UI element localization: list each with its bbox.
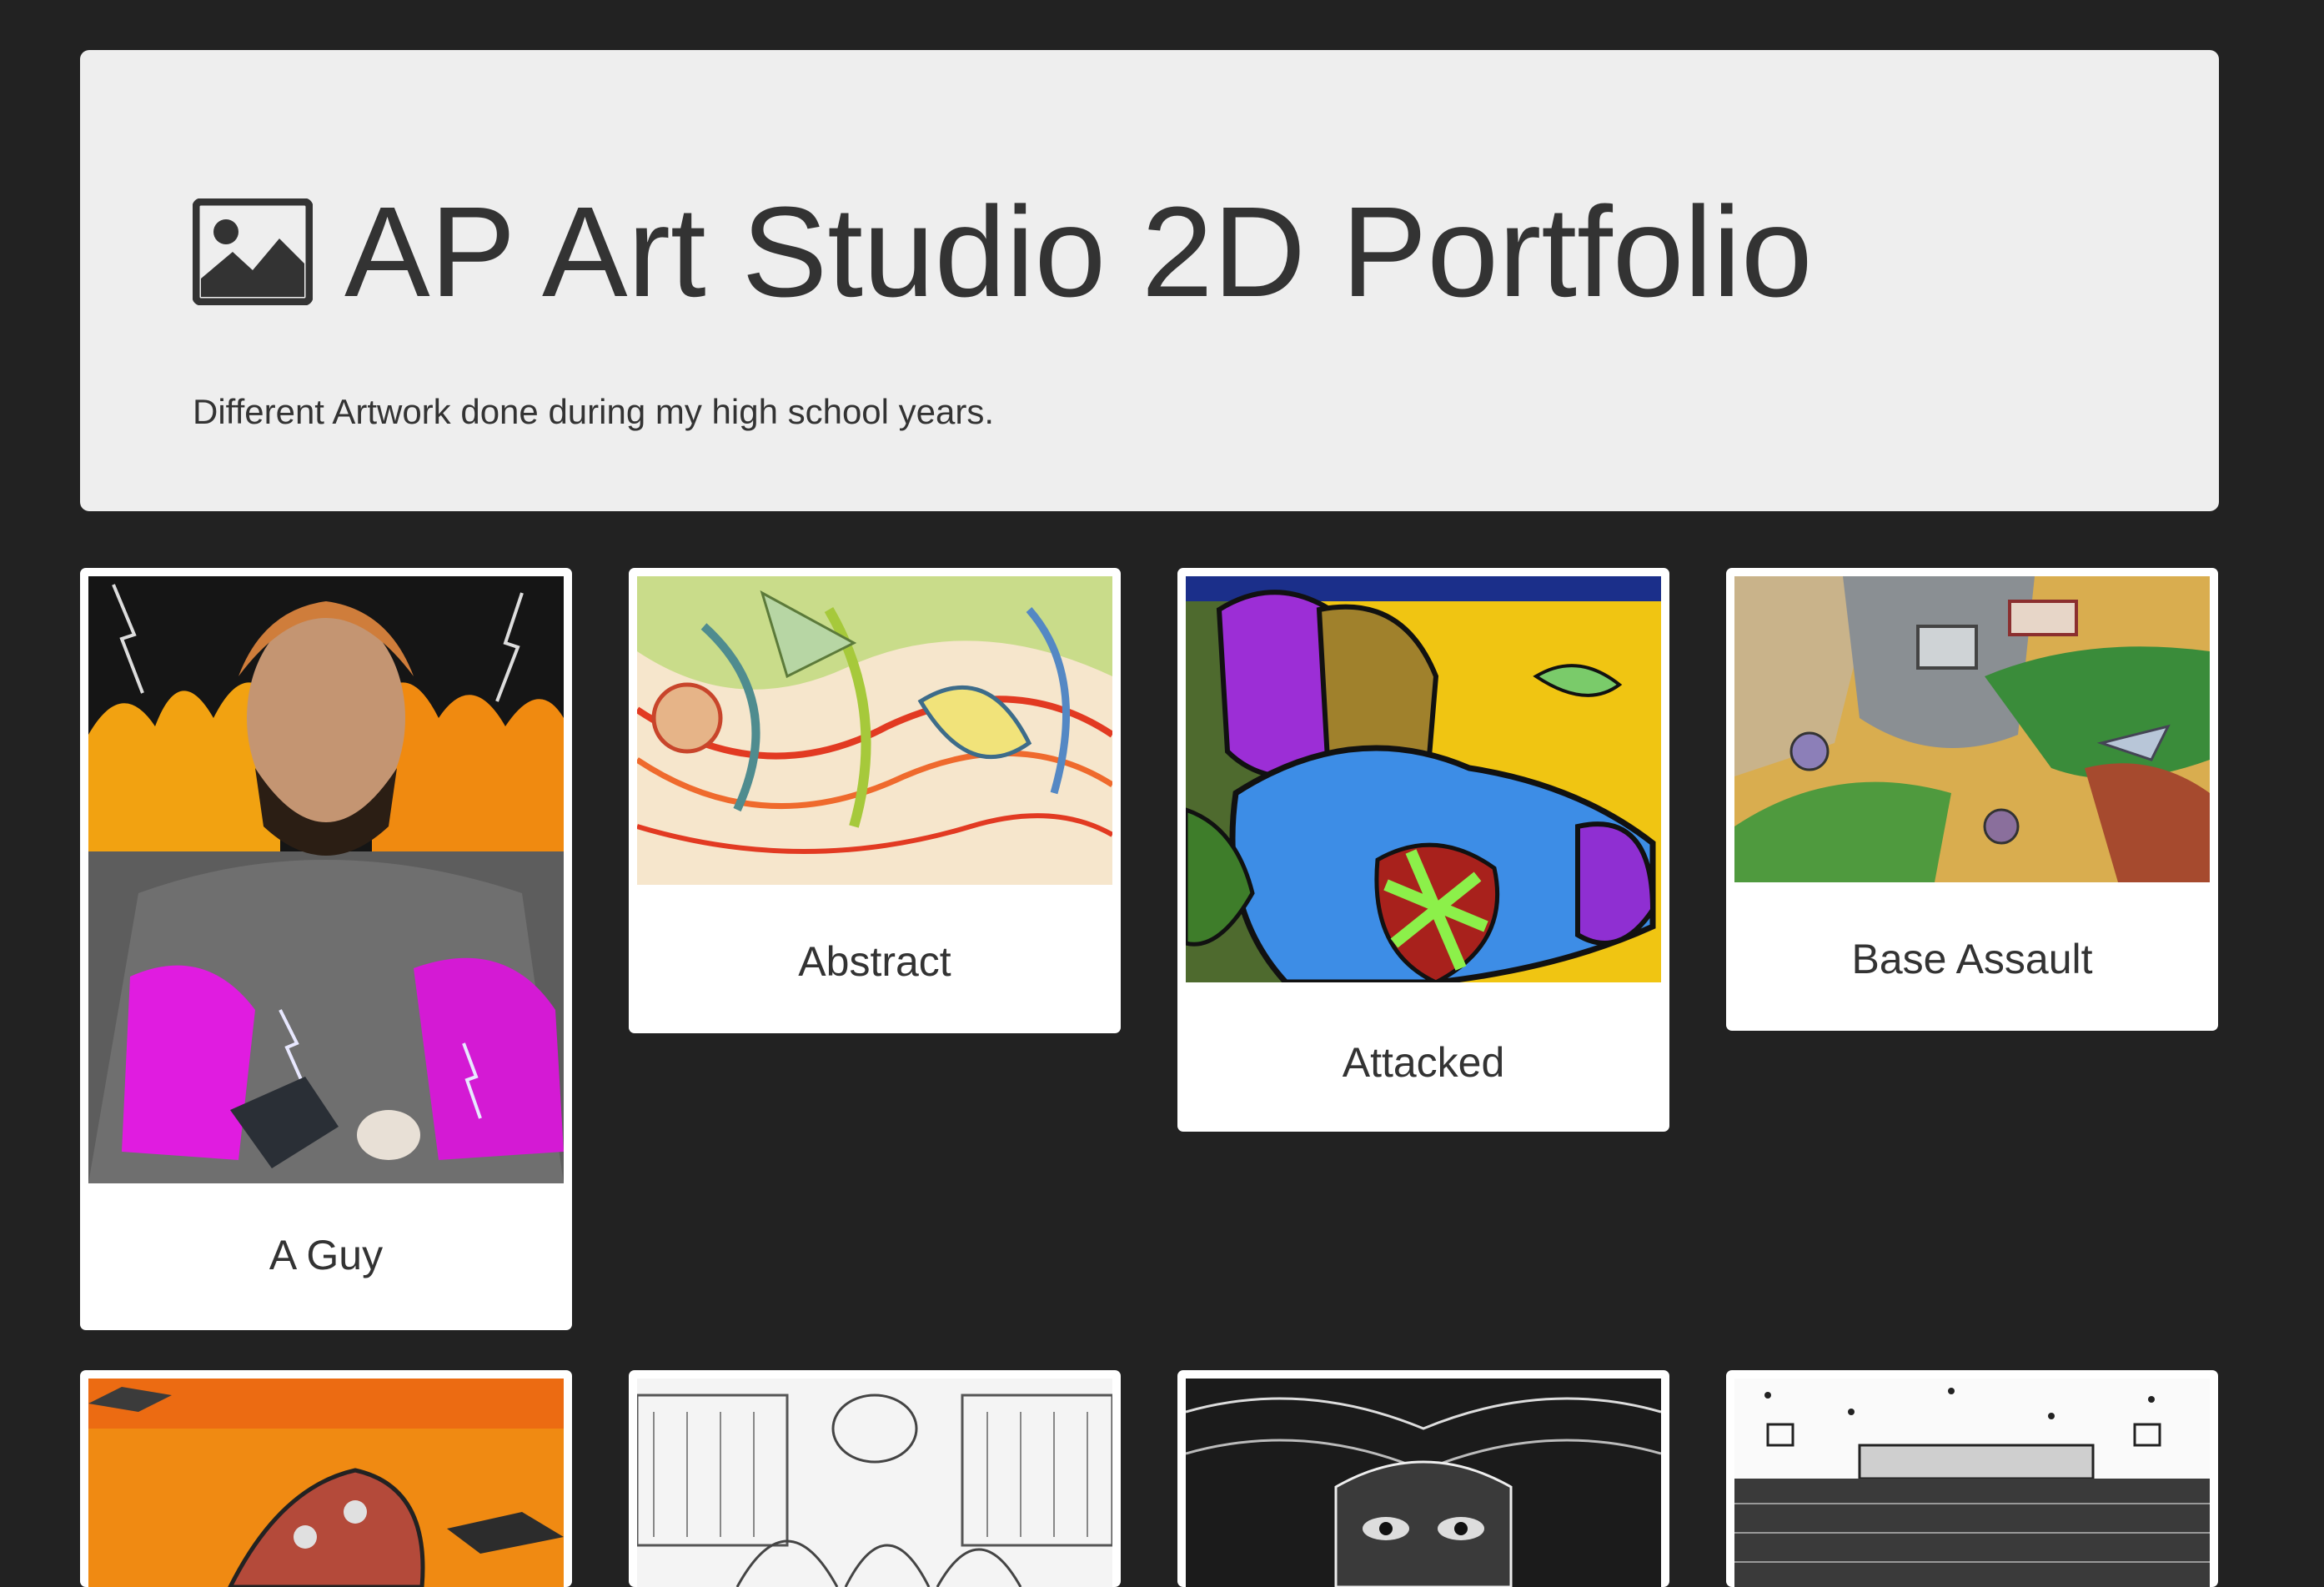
gallery-card-8[interactable] [1726, 1370, 2218, 1587]
page-title-row: AP Art Studio 2D Portfolio [193, 188, 1813, 316]
gallery-card-6[interactable] [629, 1370, 1121, 1587]
page-title: AP Art Studio 2D Portfolio [344, 180, 1813, 324]
gallery-caption: Abstract [798, 938, 951, 985]
artwork-image-7[interactable] [1186, 1379, 1661, 1587]
image-icon [193, 198, 313, 305]
artwork-image-a-guy[interactable] [88, 576, 564, 1183]
gallery-card-5[interactable] [80, 1370, 572, 1587]
gallery-card-base-assault[interactable]: Base Assault [1726, 568, 2218, 1031]
artwork-image-attacked[interactable] [1186, 576, 1661, 982]
gallery-card-7[interactable] [1177, 1370, 1669, 1587]
artwork-image-6[interactable] [637, 1379, 1112, 1587]
header-jumbotron: AP Art Studio 2D Portfolio Different Art… [80, 50, 2219, 511]
gallery-caption: Base Assault [1851, 936, 2093, 982]
gallery-caption: Attacked [1342, 1039, 1505, 1086]
artwork-image-base-assault[interactable] [1734, 576, 2210, 882]
artwork-image-5[interactable] [88, 1379, 564, 1587]
gallery-card-attacked[interactable]: Attacked [1177, 568, 1669, 1132]
gallery-card-abstract[interactable]: Abstract [629, 568, 1121, 1033]
artwork-image-abstract[interactable] [637, 576, 1112, 885]
artwork-image-8[interactable] [1734, 1379, 2210, 1587]
gallery-caption: A Guy [269, 1232, 384, 1278]
gallery-card-a-guy[interactable]: A Guy [80, 568, 572, 1330]
page-subtitle: Different Artwork done during my high sc… [193, 392, 995, 431]
